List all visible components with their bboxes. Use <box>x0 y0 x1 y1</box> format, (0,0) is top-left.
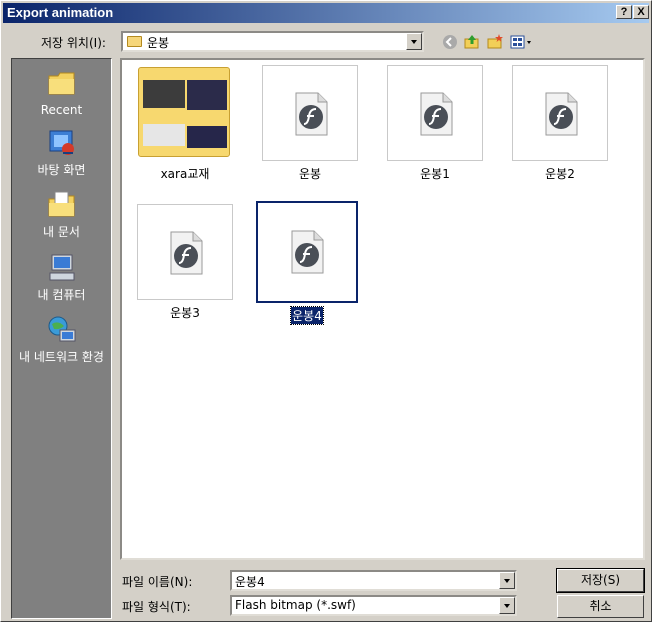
place-label: 내 컴퓨터 <box>37 288 86 302</box>
recent-folder-icon <box>48 72 74 95</box>
network-icon <box>48 316 75 342</box>
filename-label: 파일 이름(N): <box>122 575 193 589</box>
window-title: Export animation <box>7 5 114 20</box>
flash-file-icon <box>291 230 324 274</box>
save-button[interactable]: 저장(S) <box>556 568 645 593</box>
place-label: Recent <box>40 103 83 117</box>
chevron-down-icon[interactable] <box>499 572 515 589</box>
item-label: 운봉2 <box>545 167 575 181</box>
chevron-down-icon[interactable] <box>406 33 422 50</box>
file-item[interactable]: 운봉3 <box>130 204 240 321</box>
lookin-value: 운봉 <box>147 36 170 50</box>
filetype-label: 파일 형식(T): <box>122 600 191 614</box>
file-item[interactable]: 운봉2 <box>505 65 615 182</box>
item-label: 운봉1 <box>420 167 450 181</box>
filetype-value: Flash bitmap (*.swf) <box>235 598 356 612</box>
item-label: 운봉 <box>298 167 322 181</box>
folder-icon <box>138 67 230 157</box>
close-button[interactable]: X <box>633 5 649 19</box>
folder-icon <box>127 36 142 47</box>
place-network[interactable]: 내 네트워크 환경 <box>12 314 111 364</box>
flash-file-icon <box>420 92 453 136</box>
my-documents-icon <box>48 191 74 217</box>
help-button[interactable]: ? <box>616 5 632 19</box>
up-folder-icon[interactable] <box>463 33 481 51</box>
folder-item[interactable]: xara교재 <box>130 65 240 182</box>
places-bar: Recent 바탕 화면 내 문서 내 컴퓨터 내 네트워크 환경 <box>11 58 112 619</box>
item-label: 운봉4 <box>290 306 324 325</box>
view-menu-icon[interactable] <box>509 33 533 51</box>
title-bar[interactable]: Export animation <box>3 3 649 23</box>
lookin-label: 저장 위치(I): <box>41 36 106 50</box>
new-folder-icon[interactable] <box>486 33 504 51</box>
desktop-icon <box>49 130 74 155</box>
my-computer-icon <box>49 254 74 281</box>
file-item[interactable]: 운봉1 <box>380 65 490 182</box>
place-recent[interactable]: Recent <box>12 67 111 117</box>
place-label: 내 네트워크 환경 <box>19 350 104 364</box>
filename-value: 운봉4 <box>235 575 265 589</box>
file-item-selected[interactable]: 운봉4 <box>252 201 362 325</box>
place-desktop[interactable]: 바탕 화면 <box>12 127 111 177</box>
place-my-computer[interactable]: 내 컴퓨터 <box>12 252 111 302</box>
place-label: 내 문서 <box>43 225 80 239</box>
cancel-button[interactable]: 취소 <box>557 595 644 618</box>
flash-file-icon <box>295 92 328 136</box>
flash-file-icon <box>545 92 578 136</box>
back-icon[interactable] <box>441 33 459 51</box>
chevron-down-icon[interactable] <box>499 597 515 614</box>
lookin-dropdown[interactable]: 운봉 <box>121 31 424 52</box>
place-label: 바탕 화면 <box>37 163 86 177</box>
item-label: xara교재 <box>160 167 210 181</box>
export-dialog: Export animation ? X 저장 위치(I): 운봉 Recent… <box>0 0 652 622</box>
file-item[interactable]: 운봉 <box>255 65 365 182</box>
file-list[interactable]: xara교재 운봉 운봉1 운봉2 운봉3 운봉4 <box>120 58 645 560</box>
place-my-documents[interactable]: 내 문서 <box>12 189 111 239</box>
filetype-select[interactable]: Flash bitmap (*.swf) <box>230 595 517 616</box>
flash-file-icon <box>170 231 203 275</box>
item-label: 운봉3 <box>170 306 200 320</box>
filename-input[interactable]: 운봉4 <box>230 570 517 591</box>
